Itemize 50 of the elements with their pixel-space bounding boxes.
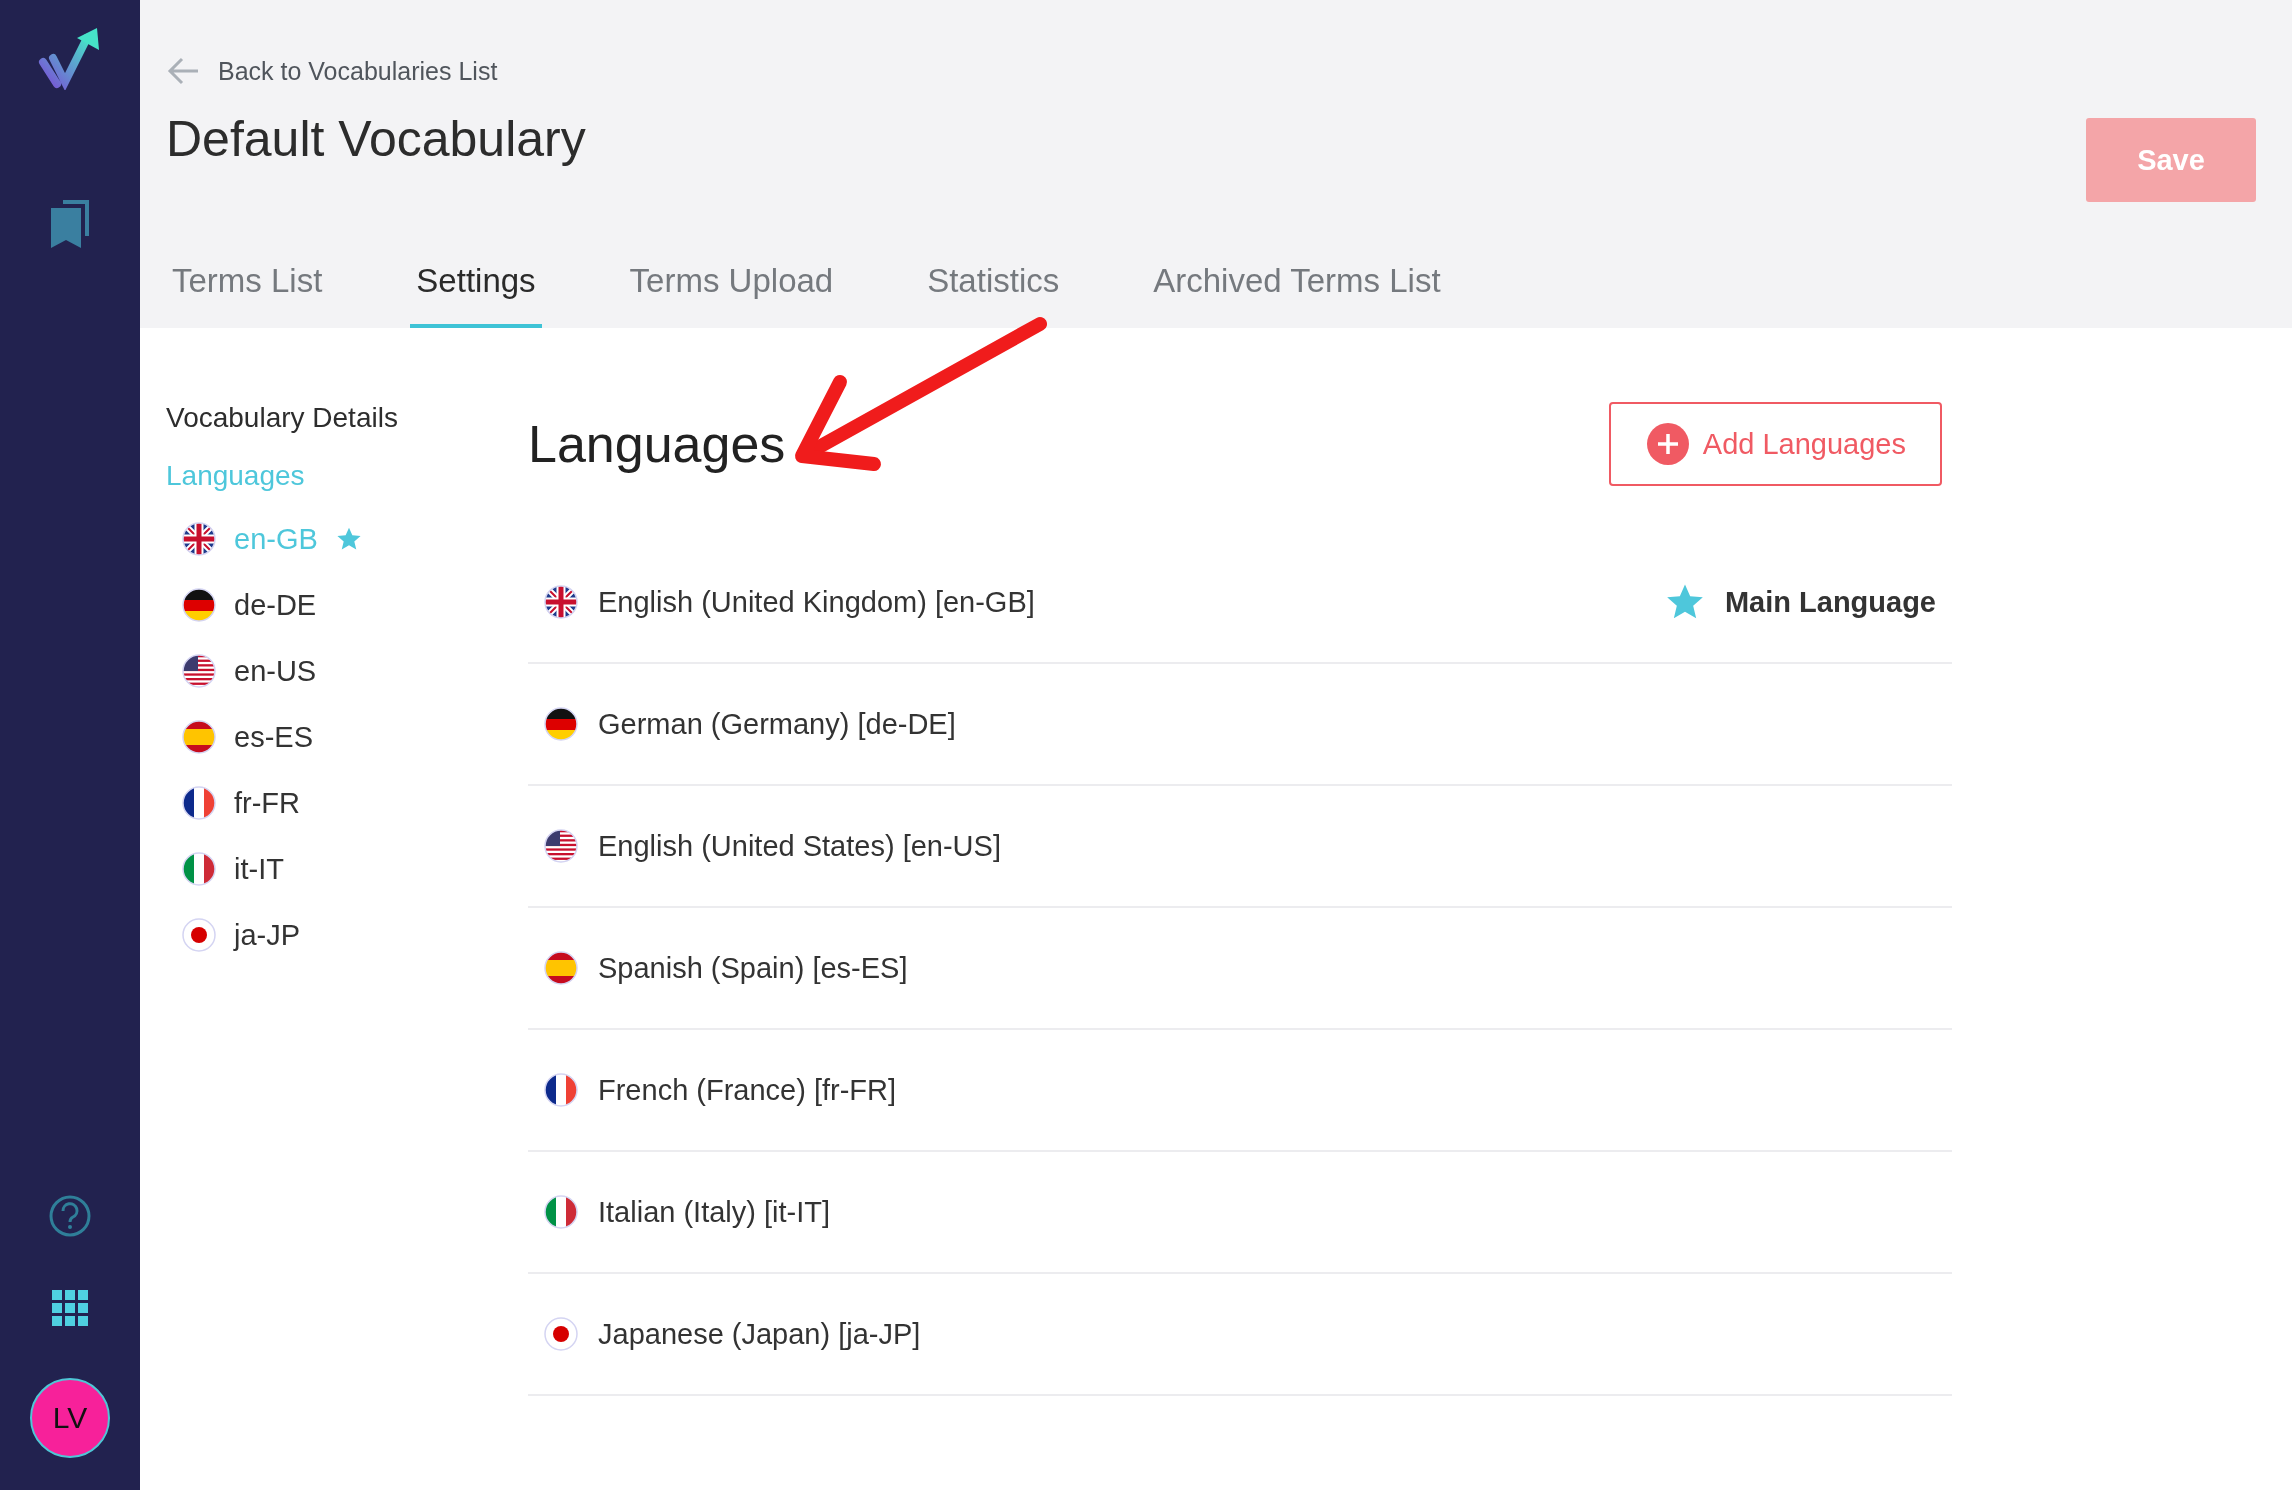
tab[interactable]: Terms Upload <box>623 240 840 328</box>
tab[interactable]: Archived Terms List <box>1147 240 1447 328</box>
help-icon[interactable] <box>48 1194 92 1238</box>
language-code: en-GB <box>234 522 318 556</box>
page-title: Default Vocabulary <box>166 110 586 168</box>
language-name: English (United Kingdom) [en-GB] <box>598 585 1036 619</box>
language-code: ja-JP <box>234 918 301 952</box>
flag-icon <box>544 1073 578 1107</box>
tab[interactable]: Statistics <box>921 240 1066 328</box>
bookmark-icon[interactable] <box>49 200 91 248</box>
language-name: German (Germany) [de-DE] <box>598 707 957 741</box>
flag-icon <box>544 951 578 985</box>
back-link[interactable]: Back to Vocabularies List <box>166 56 586 86</box>
language-name: French (France) [fr-FR] <box>598 1073 898 1107</box>
settings-nav-link[interactable]: Vocabulary Details <box>166 402 528 434</box>
flag-icon <box>544 1195 578 1229</box>
flag-icon <box>544 1317 578 1351</box>
flag-icon <box>182 720 216 754</box>
language-nav-item[interactable]: en-US <box>182 654 528 688</box>
flag-icon <box>182 588 216 622</box>
language-nav-item[interactable]: it-IT <box>182 852 528 886</box>
language-nav-item[interactable]: ja-JP <box>182 918 528 952</box>
main-language-label: Main Language <box>1724 585 1936 619</box>
language-name: English (United States) [en-US] <box>598 829 1002 863</box>
language-code: de-DE <box>234 588 317 622</box>
language-name: Japanese (Japan) [ja-JP] <box>598 1317 922 1351</box>
flag-icon <box>182 852 216 886</box>
section-heading: Languages <box>528 414 786 474</box>
language-nav-item[interactable]: es-ES <box>182 720 528 754</box>
language-name: Italian (Italy) [it-IT] <box>598 1195 832 1229</box>
plus-icon <box>1646 423 1689 465</box>
back-link-text[interactable]: Back to Vocabularies List <box>218 56 498 86</box>
flag-icon <box>544 585 578 619</box>
language-code: en-US <box>234 654 317 688</box>
language-code: es-ES <box>234 720 313 754</box>
flag-icon <box>182 522 216 556</box>
tab[interactable]: Terms List <box>166 240 329 328</box>
language-code: fr-FR <box>234 786 301 820</box>
grid-icon[interactable] <box>52 1290 88 1326</box>
flag-icon <box>544 707 578 741</box>
back-arrow-icon <box>166 56 200 86</box>
user-avatar[interactable]: LV <box>30 1378 110 1458</box>
flag-icon <box>182 918 216 952</box>
language-nav-item[interactable]: de-DE <box>182 588 528 622</box>
language-nav-item[interactable]: fr-FR <box>182 786 528 820</box>
language-name: Spanish (Spain) [es-ES] <box>598 951 909 985</box>
flag-icon <box>182 786 216 820</box>
flag-icon <box>544 829 578 863</box>
language-code: it-IT <box>234 852 284 886</box>
flag-icon <box>182 654 216 688</box>
